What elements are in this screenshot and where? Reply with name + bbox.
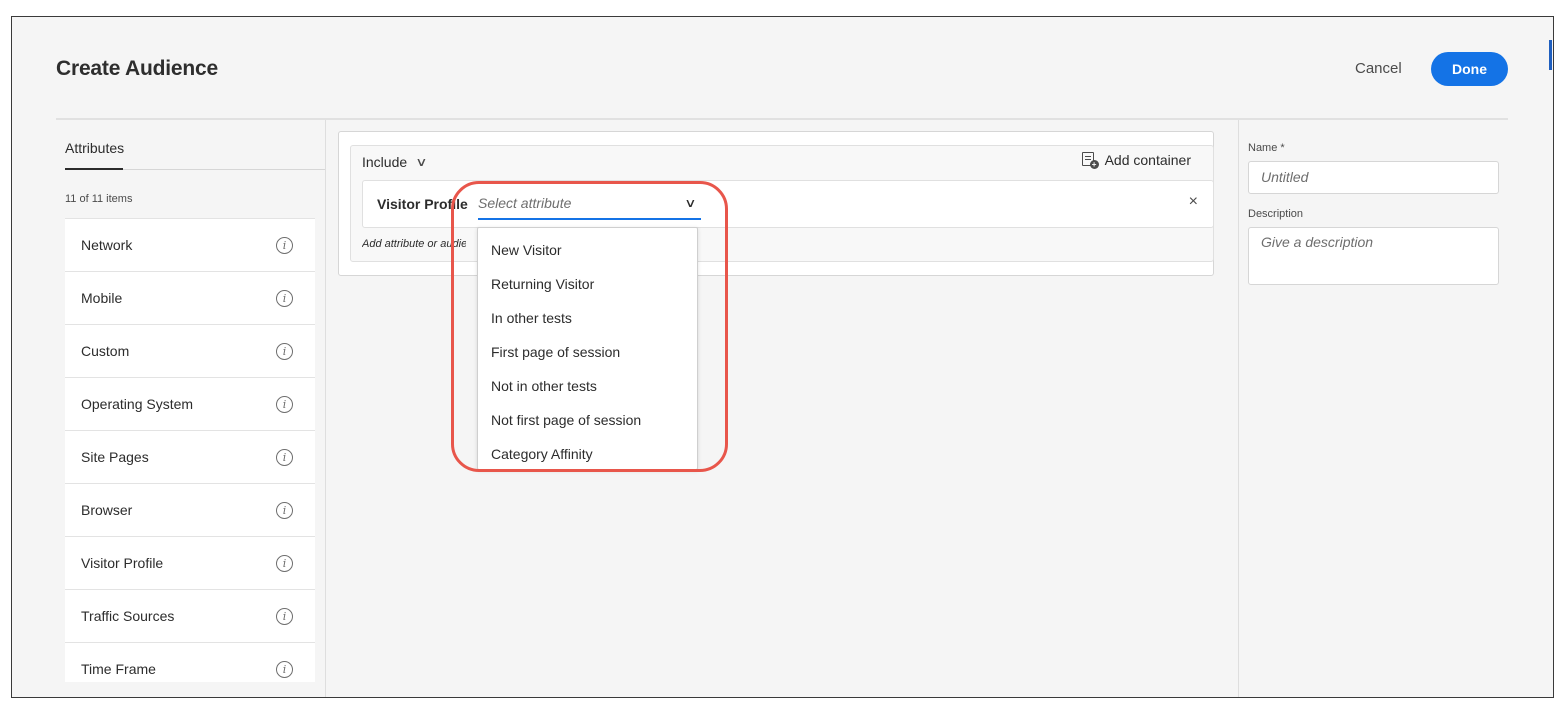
attribute-list[interactable]: Network i Mobile i Custom i Operating Syste… (65, 218, 315, 682)
attribute-select[interactable]: Select attribute ∨ (478, 187, 701, 220)
menu-item[interactable]: Not in other tests (478, 369, 697, 403)
info-icon[interactable]: i (276, 289, 293, 307)
audience-builder: Include ∨ + Add container Visitor Profil… (338, 131, 1214, 276)
panel-divider (1238, 120, 1239, 697)
info-icon[interactable]: i (276, 607, 293, 625)
list-item-label: Visitor Profile (81, 555, 164, 571)
list-item[interactable]: Mobile i (65, 272, 315, 325)
list-item[interactable]: Site Pages i (65, 431, 315, 484)
info-icon[interactable]: i (276, 236, 293, 254)
create-audience-dialog: Create Audience Cancel Done Attributes 1… (11, 16, 1554, 698)
include-dropdown[interactable]: Include ∨ (362, 154, 428, 170)
select-placeholder: Select attribute (478, 195, 572, 211)
chevron-down-icon: ∨ (684, 196, 697, 210)
list-item[interactable]: Custom i (65, 325, 315, 378)
cancel-button[interactable]: Cancel (1355, 60, 1402, 77)
info-icon[interactable]: i (276, 448, 293, 466)
include-label: Include (362, 154, 408, 170)
add-container-label: Add container (1104, 152, 1191, 168)
menu-item[interactable]: Category Affinity (478, 437, 697, 469)
list-item-label: Site Pages (81, 449, 149, 465)
list-item[interactable]: Visitor Profile i (65, 537, 315, 590)
add-attribute-hint: Add attribute or audience (362, 238, 466, 250)
list-item-label: Network (81, 237, 133, 253)
rule-attribute-label: Visitor Profile (377, 196, 468, 212)
menu-item[interactable]: Not first page of session (478, 403, 697, 437)
info-icon[interactable]: i (276, 501, 293, 519)
list-item-label: Traffic Sources (81, 608, 175, 624)
list-item-label: Mobile (81, 290, 123, 306)
info-icon[interactable]: i (276, 660, 293, 678)
menu-item[interactable]: In other tests (478, 301, 697, 335)
tab-attributes[interactable]: Attributes (65, 140, 124, 156)
attributes-panel: Attributes 11 of 11 items Network i Mobil… (56, 120, 325, 697)
list-item[interactable]: Browser i (65, 484, 315, 537)
list-item-label: Operating System (81, 396, 194, 412)
items-count: 11 of 11 items (65, 193, 133, 205)
attribute-dropdown-menu[interactable]: New Visitor Returning Visitor In other t… (477, 227, 698, 470)
name-field[interactable]: Untitled (1248, 161, 1499, 194)
add-container-button[interactable]: + Add container (1081, 152, 1191, 169)
menu-item[interactable]: Returning Visitor (478, 267, 697, 301)
list-item[interactable]: Operating System i (65, 378, 315, 431)
description-label: Description (1248, 208, 1304, 220)
panel-divider (325, 120, 326, 697)
list-item[interactable]: Network i (65, 219, 315, 272)
scroll-edge (1549, 40, 1552, 70)
info-icon[interactable]: i (276, 395, 293, 413)
add-container-icon: + (1081, 152, 1099, 169)
rule-row: Visitor Profile Select attribute ∨ × (362, 180, 1214, 228)
menu-item[interactable]: First page of session (478, 335, 697, 369)
list-item[interactable]: Traffic Sources i (65, 590, 315, 643)
name-label: Name * (1248, 142, 1285, 154)
tab-underline (65, 168, 123, 170)
chevron-down-icon: ∨ (415, 155, 428, 169)
description-field[interactable]: Give a description (1248, 227, 1499, 285)
page-title: Create Audience (56, 57, 218, 80)
list-item-label: Browser (81, 502, 133, 518)
info-icon[interactable]: i (276, 554, 293, 572)
menu-item[interactable]: New Visitor (478, 233, 697, 267)
tab-divider (123, 169, 325, 170)
list-item[interactable]: Time Frame i (65, 643, 315, 682)
list-item-label: Time Frame (81, 661, 156, 677)
details-panel: Name * Untitled Description Give a descr… (1248, 142, 1500, 285)
list-item-label: Custom (81, 343, 130, 359)
close-icon[interactable]: × (1189, 193, 1198, 211)
done-button[interactable]: Done (1431, 52, 1508, 86)
info-icon[interactable]: i (276, 342, 293, 360)
